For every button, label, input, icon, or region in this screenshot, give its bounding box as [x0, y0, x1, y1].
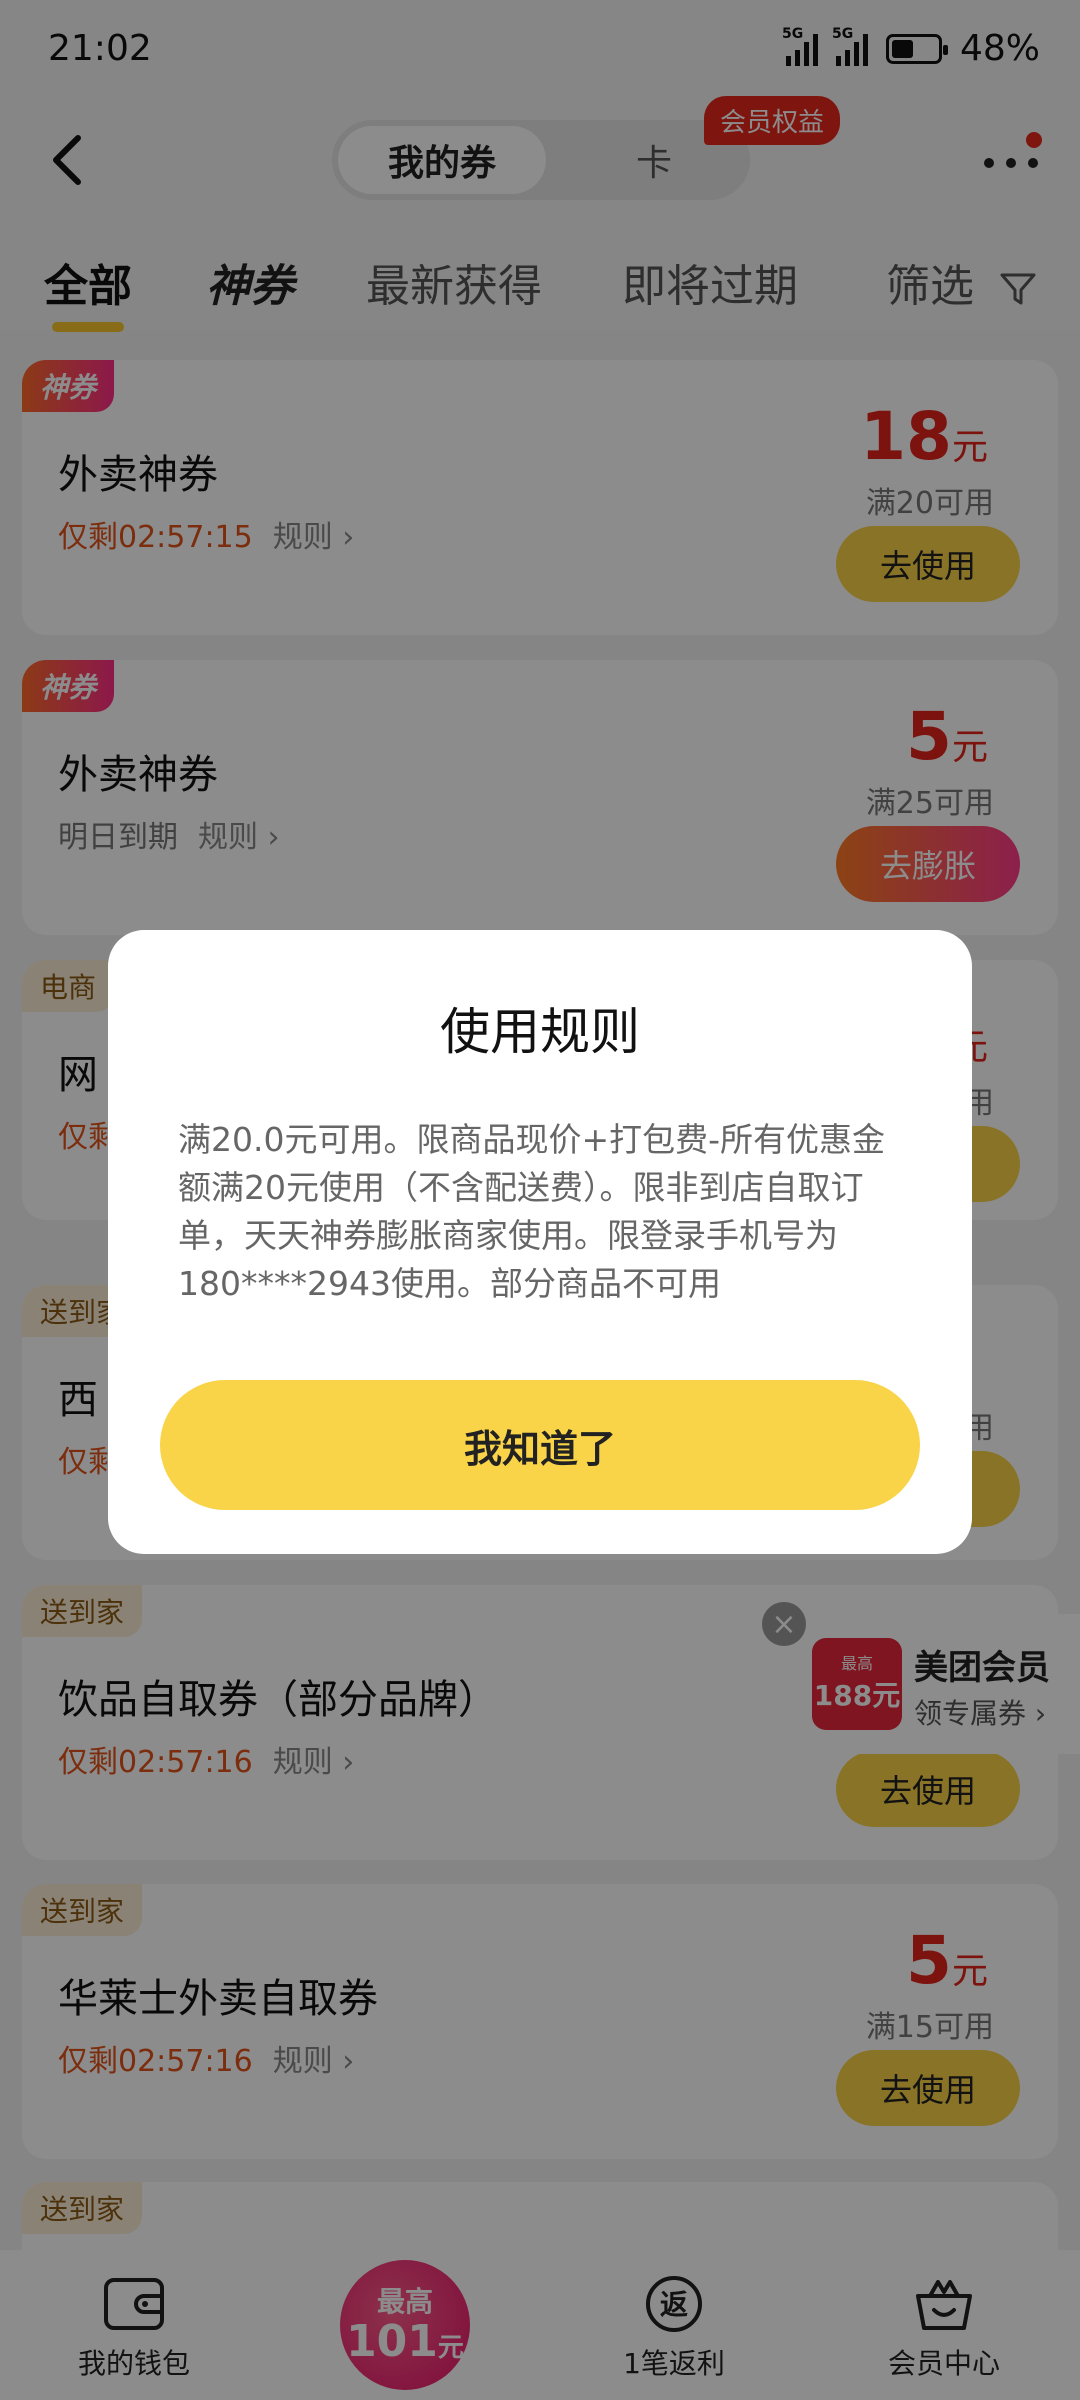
dialog-body: 满20.0元可用。限商品现价+打包费-所有优惠金额满20元使用（不含配送费）。限…: [178, 1120, 886, 1303]
rules-dialog: 使用规则 满20.0元可用。限商品现价+打包费-所有优惠金额满20元使用（不含配…: [108, 930, 972, 1554]
got-it-button[interactable]: 我知道了: [160, 1380, 920, 1510]
dialog-title: 使用规则: [440, 1003, 640, 1061]
